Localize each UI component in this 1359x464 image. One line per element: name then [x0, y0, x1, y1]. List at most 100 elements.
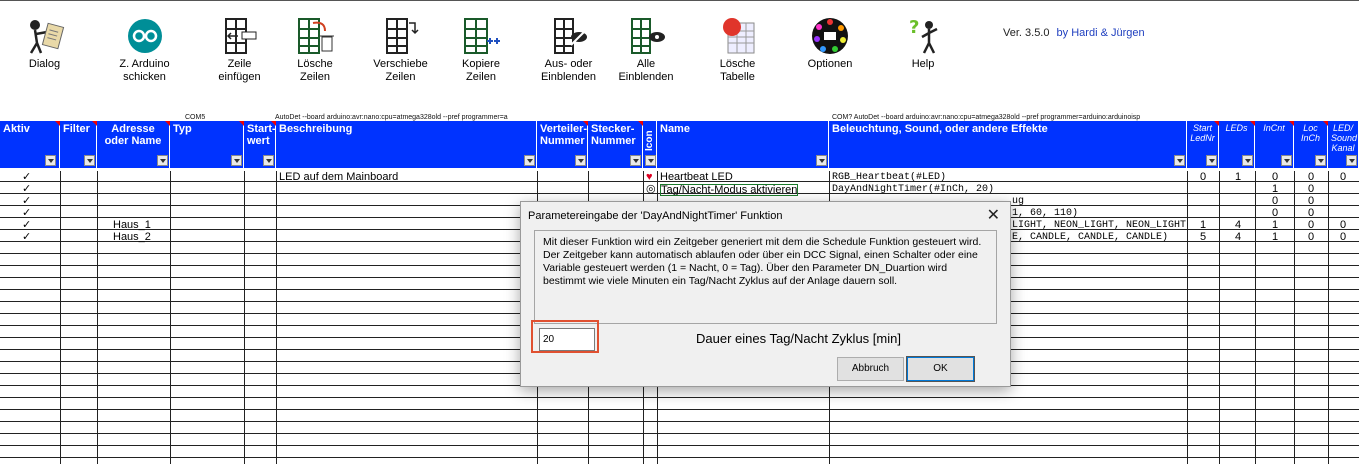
filter-dropdown-startwert[interactable] — [263, 155, 274, 166]
row3-aktiv[interactable]: ✓ — [22, 196, 31, 207]
filter-dropdown-icon[interactable] — [645, 155, 656, 166]
row1-aktiv[interactable]: ✓ — [22, 172, 31, 183]
row6-locinch[interactable]: 0 — [1308, 232, 1314, 243]
grid-row[interactable] — [0, 399, 1359, 410]
filter-dropdown-verteiler[interactable] — [575, 155, 586, 166]
grid-row[interactable] — [0, 411, 1359, 422]
grid-row[interactable] — [0, 423, 1359, 434]
status-com5: COM5 — [185, 114, 206, 121]
row6-leds[interactable]: 4 — [1235, 232, 1241, 243]
header-beschreibung[interactable]: Beschreibung — [276, 121, 537, 168]
comment-marker — [92, 121, 97, 126]
delete-table-label: Lösche Tabelle — [719, 58, 756, 83]
filter-dropdown-locinch[interactable] — [1315, 155, 1326, 166]
row3-effekt[interactable]: ug — [1012, 196, 1024, 207]
svg-text:?: ? — [909, 17, 919, 38]
filter-dropdown-typ[interactable] — [231, 155, 242, 166]
delete-rows-button[interactable]: Lösche Zeilen — [285, 17, 345, 103]
row1-effekt[interactable]: RGB_Heartbeat(#LED) — [832, 172, 946, 183]
filter-dropdown-incnt[interactable] — [1281, 155, 1292, 166]
row6-effekt[interactable]: E, CANDLE, CANDLE, CANDLE) — [1012, 232, 1168, 243]
help-label: Help — [911, 58, 935, 70]
copy-rows-label: Kopiere Zeilen — [462, 58, 500, 83]
duration-label: Dauer eines Tag/Nacht Zyklus [min] — [696, 331, 901, 346]
row1-beschreibung[interactable]: LED auf dem Mainboard — [279, 172, 398, 183]
filter-dropdown-beschreibung[interactable] — [524, 155, 535, 166]
parameter-dialog: Parametereingabe der 'DayAndNightTimer' … — [520, 201, 1011, 387]
row1-locinch[interactable]: 0 — [1308, 172, 1314, 183]
duration-input[interactable]: 20 — [539, 328, 595, 351]
row1-ledsound[interactable]: 0 — [1340, 172, 1346, 183]
row6-incnt[interactable]: 1 — [1272, 232, 1278, 243]
grid-row[interactable] — [0, 447, 1359, 458]
row4-effekt[interactable]: 1, 60, 110) — [1012, 208, 1078, 219]
row5-locinch[interactable]: 0 — [1308, 220, 1314, 231]
hide-show-button[interactable]: Aus- oder Einblenden — [531, 17, 606, 103]
version-info: Ver. 3.5.0 by Hardi & Jürgen — [1003, 27, 1145, 39]
row6-ledsound[interactable]: 0 — [1340, 232, 1346, 243]
filter-dropdown-ledsound[interactable] — [1346, 155, 1357, 166]
row3-locinch[interactable]: 0 — [1308, 196, 1314, 207]
row5-aktiv[interactable]: ✓ — [22, 220, 31, 231]
row2-incnt[interactable]: 1 — [1272, 184, 1278, 195]
move-rows-button[interactable]: Verschiebe Zeilen — [368, 17, 433, 103]
filter-dropdown-leds[interactable] — [1242, 155, 1253, 166]
row5-startled[interactable]: 1 — [1200, 220, 1206, 231]
hide-show-label: Aus- oder Einblenden — [540, 58, 597, 83]
row3-incnt[interactable]: 0 — [1272, 196, 1278, 207]
row2-aktiv[interactable]: ✓ — [22, 184, 31, 195]
row1-startled[interactable]: 0 — [1200, 172, 1206, 183]
ok-button[interactable]: OK — [906, 356, 975, 382]
row5-incnt[interactable]: 1 — [1272, 220, 1278, 231]
filter-dropdown-adresse[interactable] — [157, 155, 168, 166]
row6-aktiv[interactable]: ✓ — [22, 232, 31, 243]
column-divider — [244, 171, 245, 464]
row1-incnt[interactable]: 0 — [1272, 172, 1278, 183]
header-beleuchtung[interactable]: Beleuchtung, Sound, oder andere Effekte — [829, 121, 1187, 168]
arduino-send-button[interactable]: Z. Arduino schicken — [107, 17, 182, 103]
row2-effekt[interactable]: DayAndNightTimer(#InCh, 20) — [832, 184, 994, 195]
row4-aktiv[interactable]: ✓ — [22, 208, 31, 219]
heart-icon: ♥ — [646, 172, 653, 183]
row5-leds[interactable]: 4 — [1235, 220, 1241, 231]
help-button[interactable]: ? Help — [898, 17, 948, 103]
row2-locinch[interactable]: 0 — [1308, 184, 1314, 195]
clock-icon: ◎ — [646, 184, 656, 195]
row5-adresse[interactable]: Haus_1 — [113, 220, 151, 231]
copy-rows-button[interactable]: Kopiere Zeilen — [455, 17, 507, 103]
column-divider — [1219, 171, 1220, 464]
column-divider — [60, 171, 61, 464]
filter-dropdown-startled[interactable] — [1206, 155, 1217, 166]
close-icon[interactable]: ✕ — [987, 205, 1000, 225]
row4-incnt[interactable]: 0 — [1272, 208, 1278, 219]
filter-dropdown-name[interactable] — [816, 155, 827, 166]
column-divider — [1255, 171, 1256, 464]
column-divider — [170, 171, 171, 464]
column-divider — [97, 171, 98, 464]
filter-dropdown-beleuchtung[interactable] — [1174, 155, 1185, 166]
filter-dropdown-stecker[interactable] — [630, 155, 641, 166]
delete-table-button[interactable]: Lösche Tabelle — [705, 17, 770, 103]
row4-locinch[interactable]: 0 — [1308, 208, 1314, 219]
header-name[interactable]: Name — [657, 121, 829, 168]
filter-dropdown-filter[interactable] — [84, 155, 95, 166]
row2-name[interactable]: Tag/Nacht-Modus aktivieren — [660, 184, 799, 196]
insert-row-button[interactable]: Zeile einfügen — [212, 17, 267, 103]
cancel-button[interactable]: Abbruch — [837, 357, 904, 381]
row1-name[interactable]: Heartbeat LED — [660, 172, 733, 183]
grid-row[interactable] — [0, 435, 1359, 446]
options-button[interactable]: Optionen — [800, 17, 860, 103]
comment-marker — [271, 121, 276, 126]
show-all-button[interactable]: Alle Einblenden — [611, 17, 681, 103]
options-wheel-icon — [812, 18, 848, 54]
show-all-label: Alle Einblenden — [618, 58, 674, 83]
row5-ledsound[interactable]: 0 — [1340, 220, 1346, 231]
row1-leds[interactable]: 1 — [1235, 172, 1241, 183]
dialog-button[interactable]: Dialog — [12, 17, 77, 103]
row6-adresse[interactable]: Haus_2 — [113, 232, 151, 243]
dialog-description: Mit dieser Funktion wird ein Zeitgeber g… — [534, 230, 997, 324]
row5-effekt[interactable]: LIGHT, NEON_LIGHT, NEON_LIGHT, N — [1012, 220, 1186, 231]
filter-dropdown-aktiv[interactable] — [45, 155, 56, 166]
grid-row[interactable] — [0, 387, 1359, 398]
row6-startled[interactable]: 5 — [1200, 232, 1206, 243]
